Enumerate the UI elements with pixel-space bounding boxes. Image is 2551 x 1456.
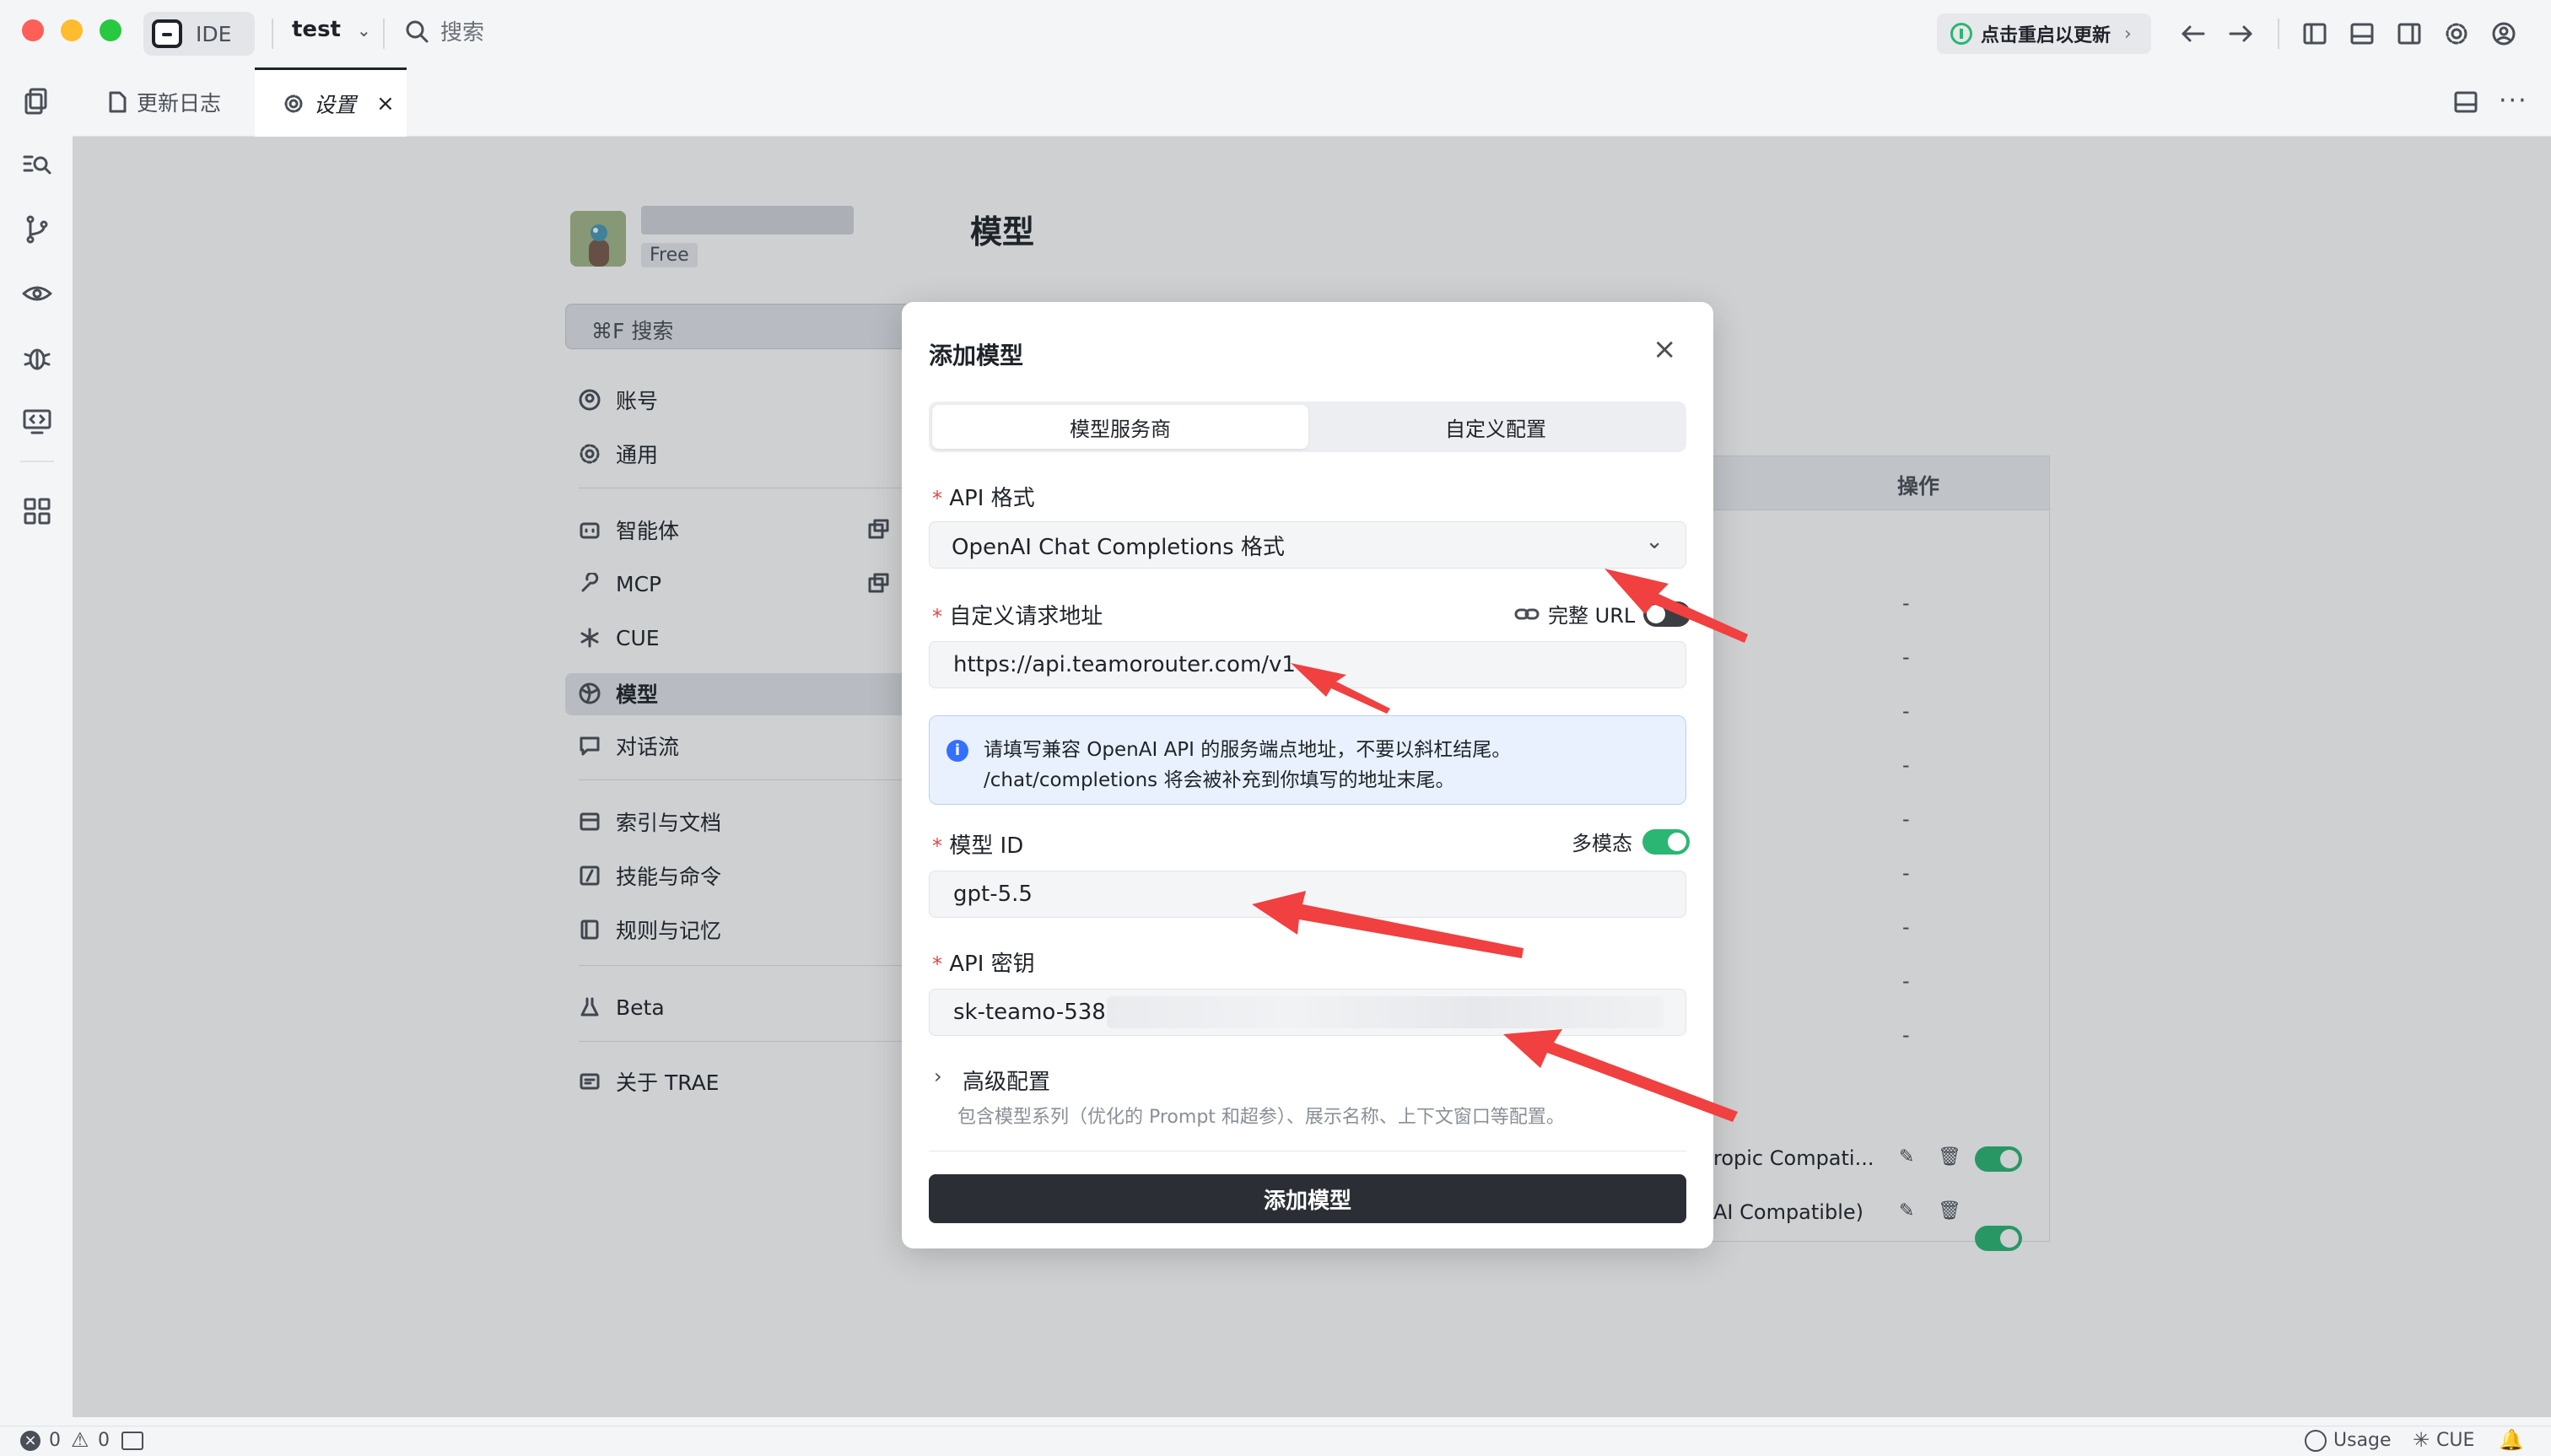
annotation-arrow [1252,891,1524,958]
annotation-arrows-layer [1252,569,1748,1122]
annotation-arrow [1291,663,1390,714]
annotation-arrow [1604,569,1748,643]
annotation-arrow [1503,1029,1738,1122]
